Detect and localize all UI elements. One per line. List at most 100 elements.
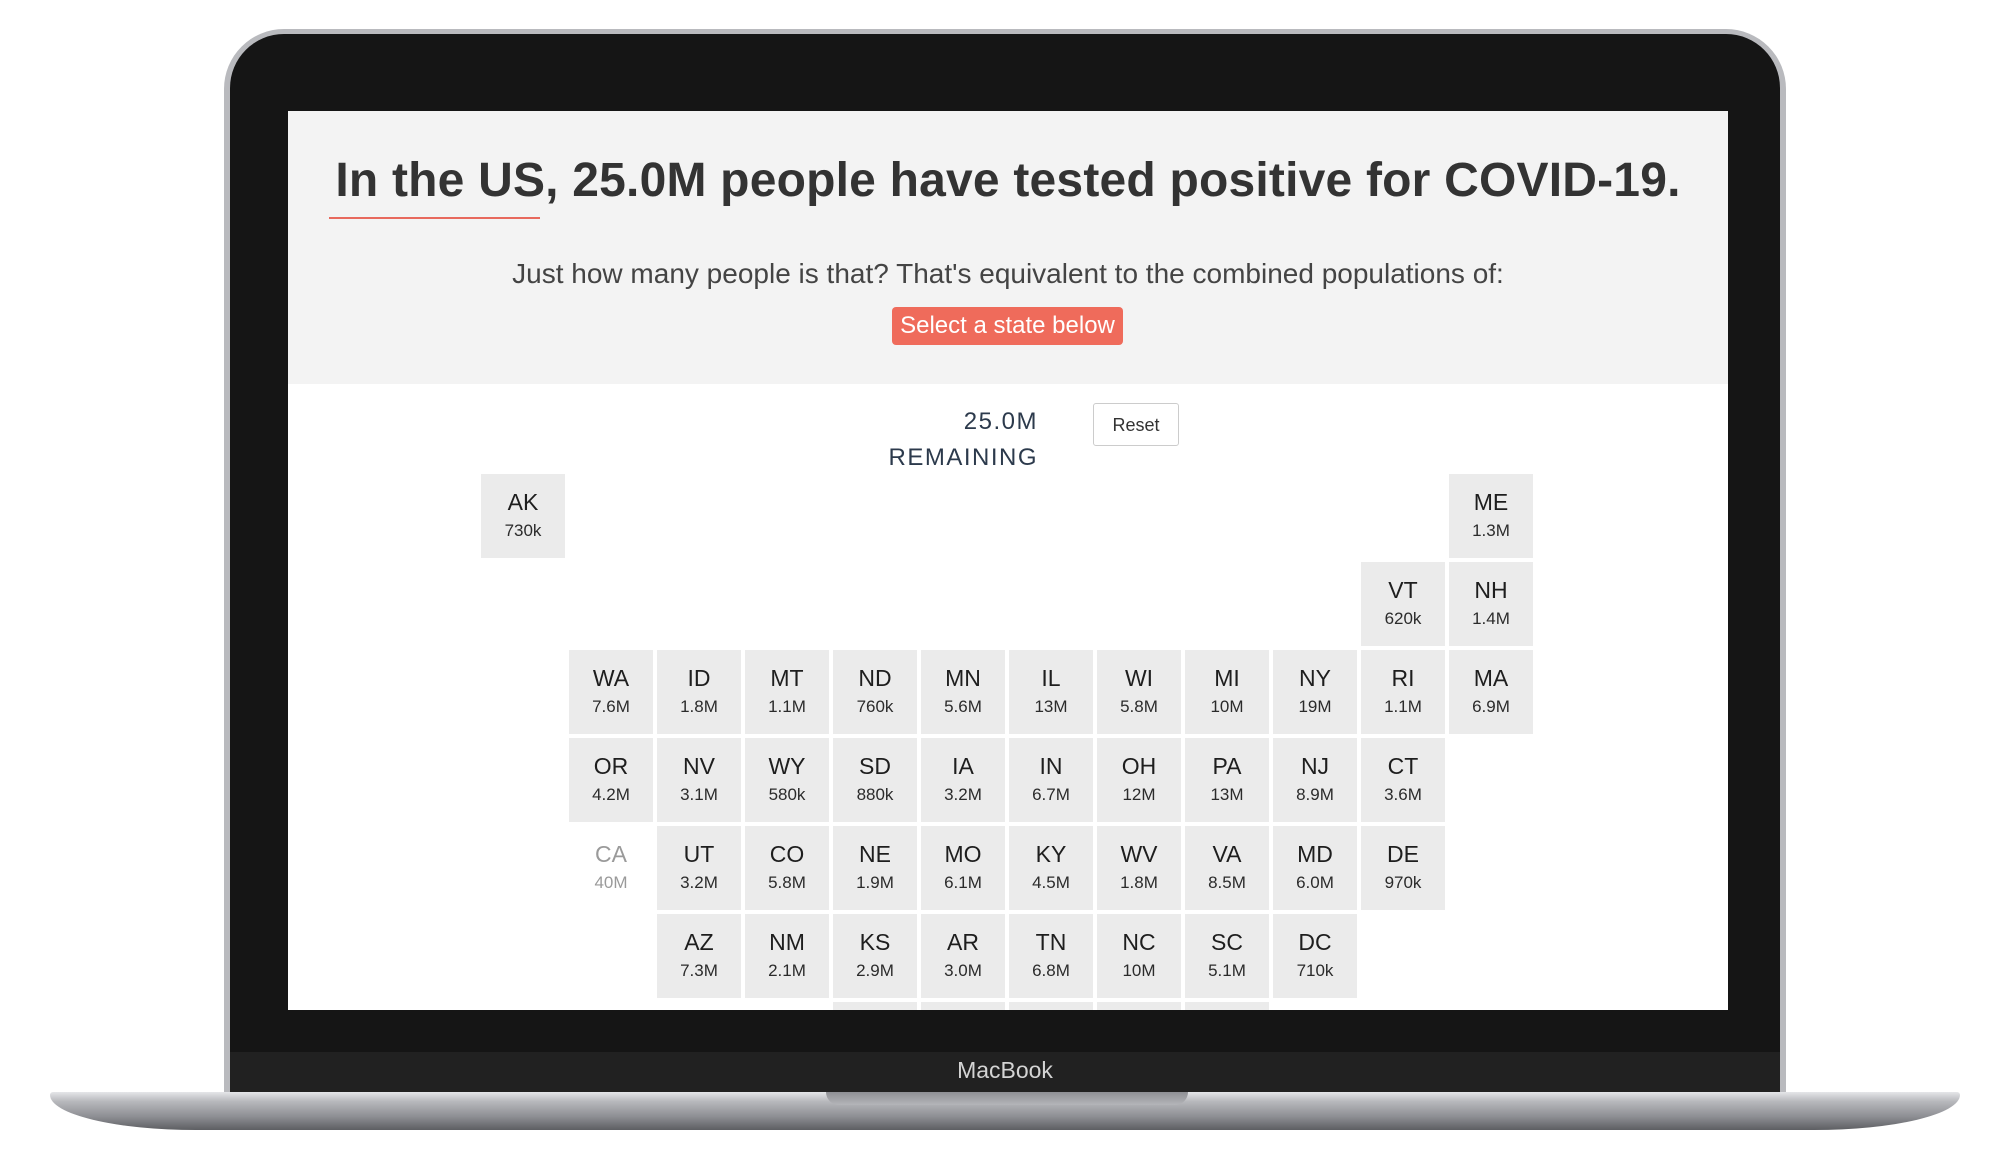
state-tile-ky[interactable]: KY 4.5M [1009, 826, 1093, 910]
state-abbreviation: NE [859, 841, 891, 867]
state-tile-il[interactable]: IL 13M [1009, 650, 1093, 734]
state-abbreviation: NV [683, 753, 715, 779]
state-tile-dc[interactable]: DC 710k [1273, 914, 1357, 998]
state-abbreviation: DC [1298, 929, 1332, 955]
state-abbreviation: DE [1387, 841, 1419, 867]
state-tile-pa[interactable]: PA 13M [1185, 738, 1269, 822]
state-population: 5.1M [1208, 961, 1246, 980]
state-abbreviation: ID [687, 665, 711, 691]
state-tile-wv[interactable]: WV 1.8M [1097, 826, 1181, 910]
state-tile-in[interactable]: IN 6.7M [1009, 738, 1093, 822]
state-population: 5.8M [768, 873, 806, 892]
state-tile-ar[interactable]: AR 3.0M [921, 914, 1005, 998]
state-tile-mt[interactable]: MT 1.1M [745, 650, 829, 734]
state-tile-ri[interactable]: RI 1.1M [1361, 650, 1445, 734]
state-tile-wi[interactable]: WI 5.8M [1097, 650, 1181, 734]
state-tile-mn[interactable]: MN 5.6M [921, 650, 1005, 734]
state-tile-ma[interactable]: MA 6.9M [1449, 650, 1533, 734]
state-population: 3.6M [1384, 785, 1422, 804]
state-population: 6.1M [944, 873, 982, 892]
state-tile-wa[interactable]: WA 7.6M [569, 650, 653, 734]
state-tile-mi[interactable]: MI 10M [1185, 650, 1269, 734]
state-tile-nm[interactable]: NM 2.1M [745, 914, 829, 998]
title-underline-accent [329, 217, 540, 219]
state-population: 3.2M [680, 873, 718, 892]
state-abbreviation: KY [1035, 841, 1067, 867]
state-population: 730k [504, 521, 542, 540]
state-tile-nd[interactable]: ND 760k [833, 650, 917, 734]
state-population: 1.8M [680, 697, 718, 716]
state-abbreviation: MN [945, 665, 981, 691]
state-abbreviation: AR [947, 929, 979, 955]
state-population: 2.9M [856, 961, 894, 980]
state-population: 40M [594, 873, 628, 892]
state-tile-partial[interactable] [1009, 1002, 1093, 1010]
state-tile-or[interactable]: OR 4.2M [569, 738, 653, 822]
state-tile-wy[interactable]: WY 580k [745, 738, 829, 822]
state-abbreviation: WA [592, 665, 630, 691]
state-tile-md[interactable]: MD 6.0M [1273, 826, 1357, 910]
state-tile-ct[interactable]: CT 3.6M [1361, 738, 1445, 822]
state-abbreviation: RI [1391, 665, 1415, 691]
state-tile-ak[interactable]: AK 730k [481, 474, 565, 558]
state-tile-sc[interactable]: SC 5.1M [1185, 914, 1269, 998]
state-tile-mo[interactable]: MO 6.1M [921, 826, 1005, 910]
state-abbreviation: OR [593, 753, 629, 779]
reset-button[interactable]: Reset [1093, 403, 1179, 446]
state-population: 10M [1122, 961, 1156, 980]
state-population: 19M [1298, 697, 1332, 716]
state-tile-va[interactable]: VA 8.5M [1185, 826, 1269, 910]
state-tile-ut[interactable]: UT 3.2M [657, 826, 741, 910]
state-population: 1.8M [1120, 873, 1158, 892]
state-tile-me[interactable]: ME 1.3M [1449, 474, 1533, 558]
state-tile-nj[interactable]: NJ 8.9M [1273, 738, 1357, 822]
state-tile-ca: CA 40M [569, 826, 653, 910]
laptop-opening-notch [826, 1092, 1188, 1105]
state-population: 13M [1210, 785, 1244, 804]
state-tile-ne[interactable]: NE 1.9M [833, 826, 917, 910]
state-population: 970k [1384, 873, 1422, 892]
state-tile-az[interactable]: AZ 7.3M [657, 914, 741, 998]
state-abbreviation: KS [859, 929, 891, 955]
state-population: 1.1M [768, 697, 806, 716]
state-tile-ia[interactable]: IA 3.2M [921, 738, 1005, 822]
state-tile-nh[interactable]: NH 1.4M [1449, 562, 1533, 646]
state-abbreviation: IN [1039, 753, 1063, 779]
state-abbreviation: VA [1212, 841, 1242, 867]
state-population: 710k [1296, 961, 1334, 980]
state-tile-oh[interactable]: OH 12M [1097, 738, 1181, 822]
state-population: 6.0M [1296, 873, 1334, 892]
state-abbreviation: MI [1214, 665, 1240, 691]
state-abbreviation: NY [1299, 665, 1331, 691]
state-tile-ny[interactable]: NY 19M [1273, 650, 1357, 734]
state-abbreviation: NH [1474, 577, 1508, 603]
state-abbreviation: ND [858, 665, 892, 691]
state-tile-partial[interactable] [1185, 1002, 1269, 1010]
state-tile-co[interactable]: CO 5.8M [745, 826, 829, 910]
state-population: 2.1M [768, 961, 806, 980]
state-population: 3.2M [944, 785, 982, 804]
state-population: 7.6M [592, 697, 630, 716]
state-abbreviation: MD [1297, 841, 1333, 867]
state-tile-sd[interactable]: SD 880k [833, 738, 917, 822]
state-abbreviation: CT [1387, 753, 1419, 779]
state-abbreviation: WI [1124, 665, 1154, 691]
state-tile-nv[interactable]: NV 3.1M [657, 738, 741, 822]
state-abbreviation: VT [1388, 577, 1418, 603]
state-tile-id[interactable]: ID 1.8M [657, 650, 741, 734]
state-abbreviation: CA [595, 841, 627, 867]
state-abbreviation: WY [768, 753, 806, 779]
state-tile-ks[interactable]: KS 2.9M [833, 914, 917, 998]
state-tile-nc[interactable]: NC 10M [1097, 914, 1181, 998]
state-tile-partial[interactable] [921, 1002, 1005, 1010]
state-tile-partial[interactable] [833, 1002, 917, 1010]
state-tile-vt[interactable]: VT 620k [1361, 562, 1445, 646]
state-tile-tn[interactable]: TN 6.8M [1009, 914, 1093, 998]
state-abbreviation: AK [507, 489, 539, 515]
state-population: 3.0M [944, 961, 982, 980]
state-population: 5.8M [1120, 697, 1158, 716]
state-tile-de[interactable]: DE 970k [1361, 826, 1445, 910]
state-abbreviation: NC [1122, 929, 1156, 955]
state-abbreviation: IL [1041, 665, 1061, 691]
state-tile-partial[interactable] [1097, 1002, 1181, 1010]
